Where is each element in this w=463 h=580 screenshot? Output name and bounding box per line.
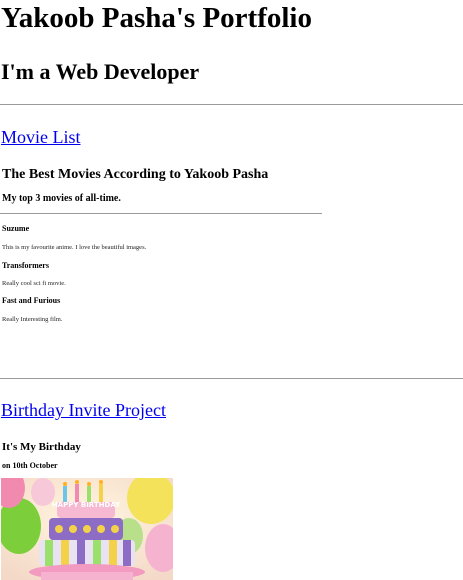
movie-description: This is my favourite anime. I love the b… — [2, 244, 147, 251]
section-divider — [0, 378, 463, 379]
movie-list-divider — [0, 213, 322, 214]
movie-list-subheading: My top 3 movies of all-time. — [2, 193, 121, 204]
birthday-heading: It's My Birthday — [2, 441, 81, 453]
birthday-invite-link[interactable]: Birthday Invite Project — [1, 399, 166, 421]
birthday-invite-embed: It's My Birthday on 10th October HAPPY B… — [0, 436, 340, 580]
movie-title: Transformers — [2, 261, 49, 270]
page-subtitle: I'm a Web Developer — [1, 59, 200, 84]
birthday-date: on 10th October — [2, 461, 58, 470]
movie-list-embed: The Best Movies According to Yakoob Pash… — [0, 160, 340, 360]
movie-list-heading: The Best Movies According to Yakoob Pash… — [2, 167, 269, 182]
movie-title: Fast and Furious — [2, 296, 61, 305]
movie-list-link[interactable]: Movie List — [1, 126, 81, 148]
page-title: Yakoob Pasha's Portfolio — [1, 2, 312, 34]
movie-title: Suzume — [2, 224, 30, 233]
cake-banner-text: HAPPY BIRTHDAY — [52, 501, 121, 509]
birthday-cake-image: HAPPY BIRTHDAY — [1, 478, 173, 580]
movie-description: Really cool sci fi movie. — [2, 280, 66, 287]
section-divider — [0, 104, 463, 105]
movie-description: Really Interesting film. — [2, 316, 63, 323]
